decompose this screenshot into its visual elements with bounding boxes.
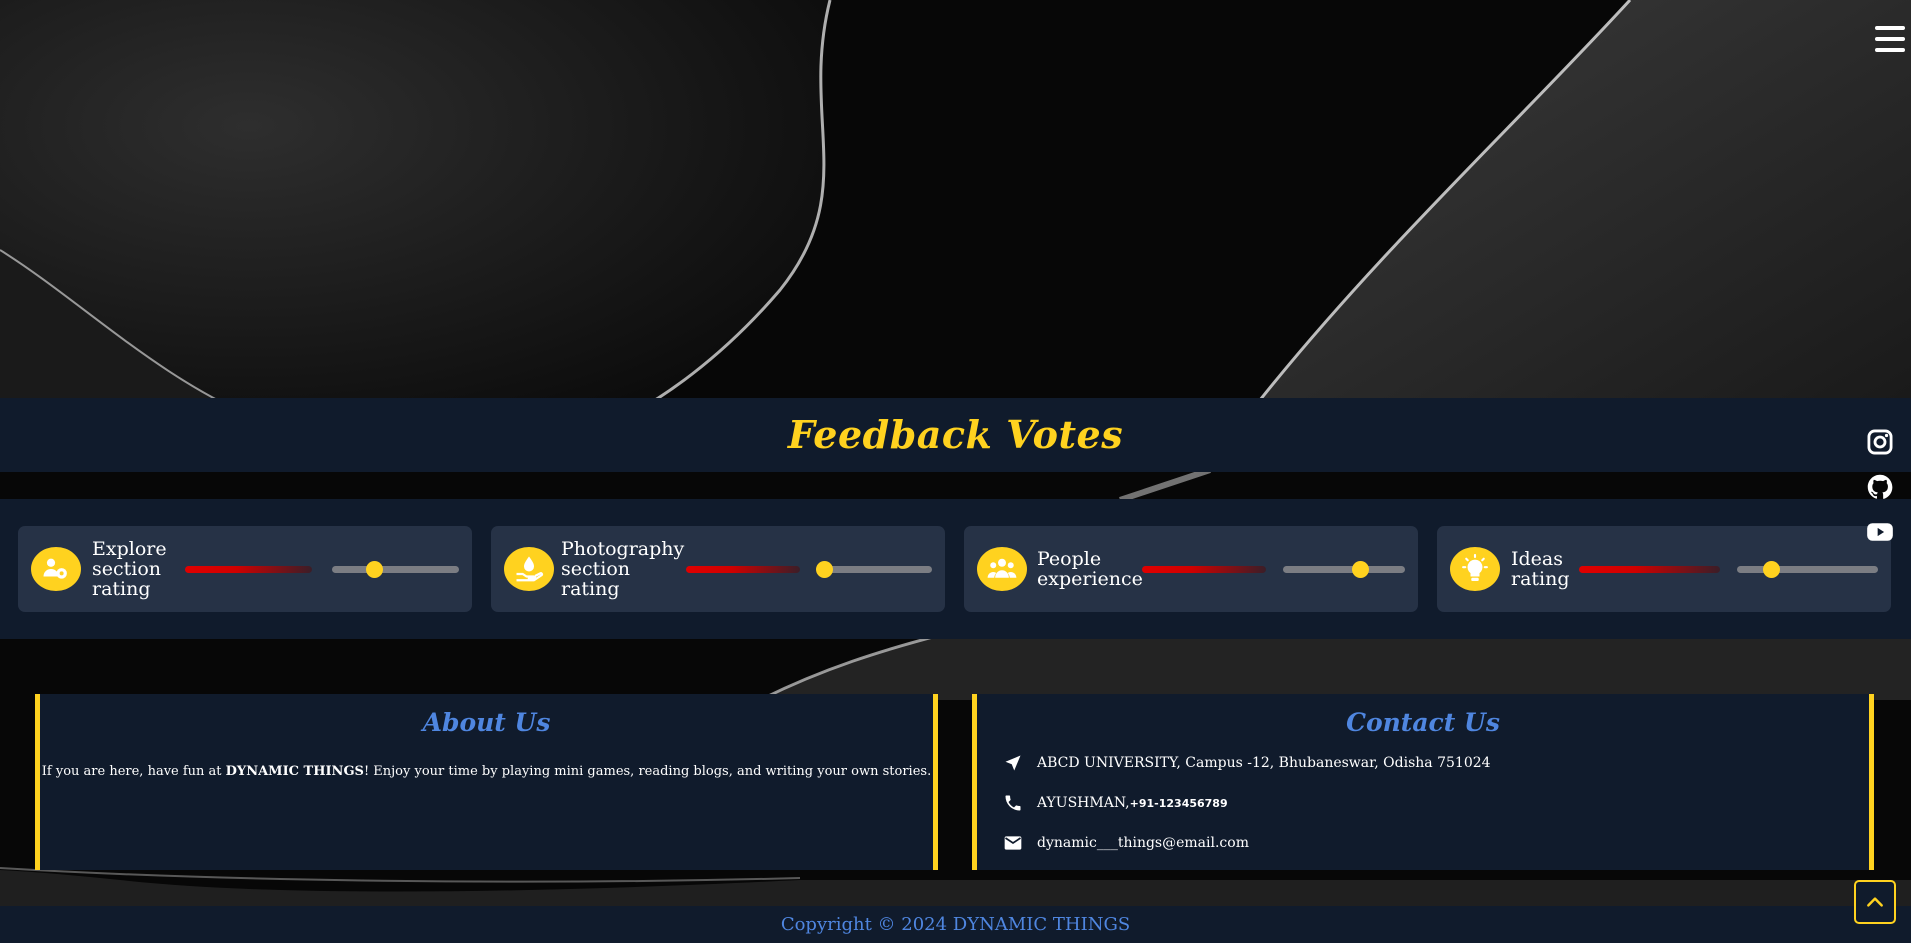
hamburger-menu-icon[interactable] xyxy=(1875,26,1905,56)
contact-email: dynamic___things@email.com xyxy=(1003,832,1249,854)
people-gear-icon xyxy=(31,547,81,591)
copyright-text: Copyright © 2024 DYNAMIC THINGS xyxy=(780,914,1131,935)
contact-phone: AYUSHMAN, +91-123456789 xyxy=(1003,792,1228,814)
people-group-icon xyxy=(977,547,1027,591)
votes-section: Explore section rating Photography secti… xyxy=(0,499,1911,639)
slider-knob[interactable] xyxy=(1762,561,1780,578)
contact-panel: Contact Us ABCD UNIVERSITY, Campus -12, … xyxy=(972,694,1874,870)
slider-knob[interactable] xyxy=(815,561,833,578)
phone-number[interactable]: +91-123456789 xyxy=(1130,797,1228,810)
about-brand: DYNAMIC THINGS xyxy=(225,764,364,779)
feedback-header: Feedback Votes xyxy=(0,398,1911,472)
vote-bar xyxy=(185,566,312,573)
rating-slider[interactable] xyxy=(1283,561,1405,578)
slider-knob[interactable] xyxy=(1351,561,1369,578)
hand-drop-icon xyxy=(504,547,554,591)
vote-card-label: People experience xyxy=(1037,548,1143,590)
vote-card-explore: Explore section rating xyxy=(18,526,472,612)
github-icon[interactable] xyxy=(1866,473,1894,501)
slider-knob[interactable] xyxy=(365,561,383,578)
footer: Copyright © 2024 DYNAMIC THINGS xyxy=(0,906,1911,943)
vote-card-label: Explore section rating xyxy=(92,538,167,600)
phone-icon xyxy=(1005,795,1021,811)
email-link[interactable]: dynamic___things@email.com xyxy=(1037,835,1249,851)
vote-bar xyxy=(686,566,800,573)
feedback-title: Feedback Votes xyxy=(787,412,1124,457)
scroll-to-top-button[interactable] xyxy=(1854,880,1896,924)
address-text: ABCD UNIVERSITY, Campus -12, Bhubaneswar… xyxy=(1037,755,1491,771)
youtube-icon[interactable] xyxy=(1866,518,1894,546)
phone-name: AYUSHMAN, xyxy=(1037,795,1130,811)
rating-slider[interactable] xyxy=(815,561,932,578)
vote-card-label: Ideas rating xyxy=(1511,548,1570,590)
about-text-intro: If you are here, have fun at xyxy=(41,764,226,779)
about-text: If you are here, have fun at DYNAMIC THI… xyxy=(40,764,933,779)
contact-title: Contact Us xyxy=(1346,708,1500,737)
about-text-rest: ! Enjoy your time by playing mini games,… xyxy=(363,764,932,779)
vote-card-photography: Photography section rating xyxy=(491,526,945,612)
lightbulb-icon xyxy=(1450,547,1500,591)
vote-bar xyxy=(1579,566,1720,573)
vote-card-people: People experience xyxy=(964,526,1418,612)
mail-icon xyxy=(1004,836,1022,850)
about-title: About Us xyxy=(422,708,551,737)
vote-card-label: Photography section rating xyxy=(561,538,685,600)
location-arrow-icon xyxy=(1005,755,1021,771)
contact-address: ABCD UNIVERSITY, Campus -12, Bhubaneswar… xyxy=(1003,752,1491,774)
rating-slider[interactable] xyxy=(1737,561,1878,578)
vote-bar xyxy=(1142,566,1266,573)
about-panel: About Us If you are here, have fun at DY… xyxy=(35,694,938,870)
vote-card-ideas: Ideas rating xyxy=(1437,526,1891,612)
chevron-up-icon xyxy=(1867,897,1883,907)
instagram-icon[interactable] xyxy=(1866,428,1894,456)
rating-slider[interactable] xyxy=(332,561,459,578)
